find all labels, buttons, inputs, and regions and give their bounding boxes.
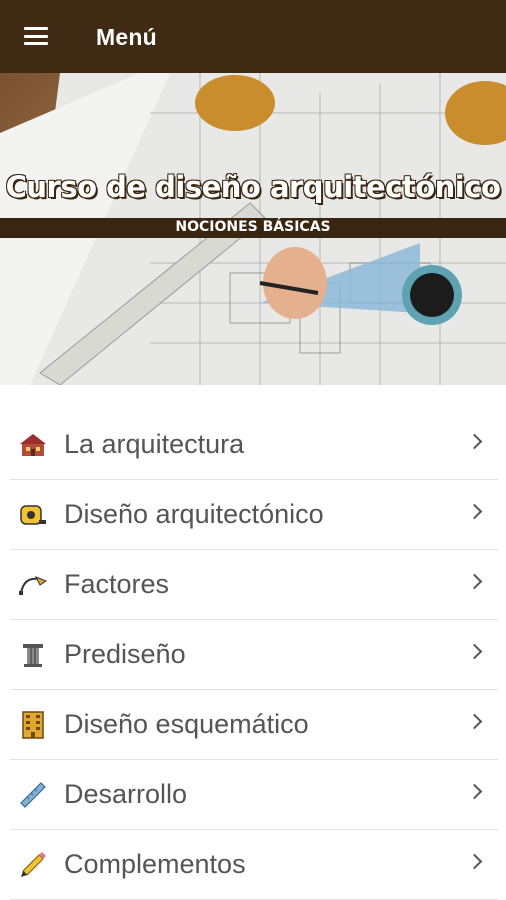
chevron-right-icon [466, 853, 483, 870]
menu-item-label: Diseño arquitectónico [64, 499, 324, 529]
app-bar-title: Menú [96, 24, 157, 50]
menu-item-label: La arquitectura [64, 429, 245, 459]
chevron-right-icon [466, 783, 483, 800]
tape-measure-icon [18, 500, 48, 530]
menu-item-label: Prediseño [64, 639, 186, 669]
banner-subtitle: NOCIONES BÁSICAS [175, 219, 331, 235]
menu-item-prediseno[interactable]: Prediseño [10, 620, 498, 690]
menu-item-label: Complementos [64, 849, 246, 879]
chevron-right-icon [466, 713, 483, 730]
menu-item-factores[interactable]: Factores [10, 550, 498, 620]
chevron-right-icon [466, 433, 483, 450]
menu-item-label: Factores [64, 569, 170, 599]
menu-item-complementos[interactable]: Complementos [10, 830, 498, 900]
banner-title: Curso de diseño arquitectónico [5, 170, 501, 204]
menu-item-la-arquitectura[interactable]: La arquitectura [10, 410, 498, 480]
menu-item-desarrollo[interactable]: Desarrollo [10, 760, 498, 830]
chevron-right-icon [466, 573, 483, 590]
menu-item-label: Desarrollo [64, 779, 188, 809]
chevron-right-icon [466, 643, 483, 660]
house-icon [18, 430, 48, 460]
menu-item-diseno-arquitectonico[interactable]: Diseño arquitectónico [10, 480, 498, 550]
bezier-curve-icon [18, 570, 48, 600]
chevron-right-icon [466, 503, 483, 520]
pencil-icon [18, 850, 48, 880]
ruler-icon [18, 780, 48, 810]
menu-list: La arquitectura Diseño arquitectónico Fa… [10, 410, 498, 900]
building-icon [18, 710, 48, 740]
app-bar: Menú [0, 0, 506, 73]
banner-image: Curso de diseño arquitectónico NOCIONES … [0, 73, 506, 385]
menu-item-diseno-esquematico[interactable]: Diseño esquemático [10, 690, 498, 760]
menu-icon[interactable] [24, 27, 48, 45]
menu-item-label: Diseño esquemático [64, 709, 309, 739]
column-icon [18, 640, 48, 670]
